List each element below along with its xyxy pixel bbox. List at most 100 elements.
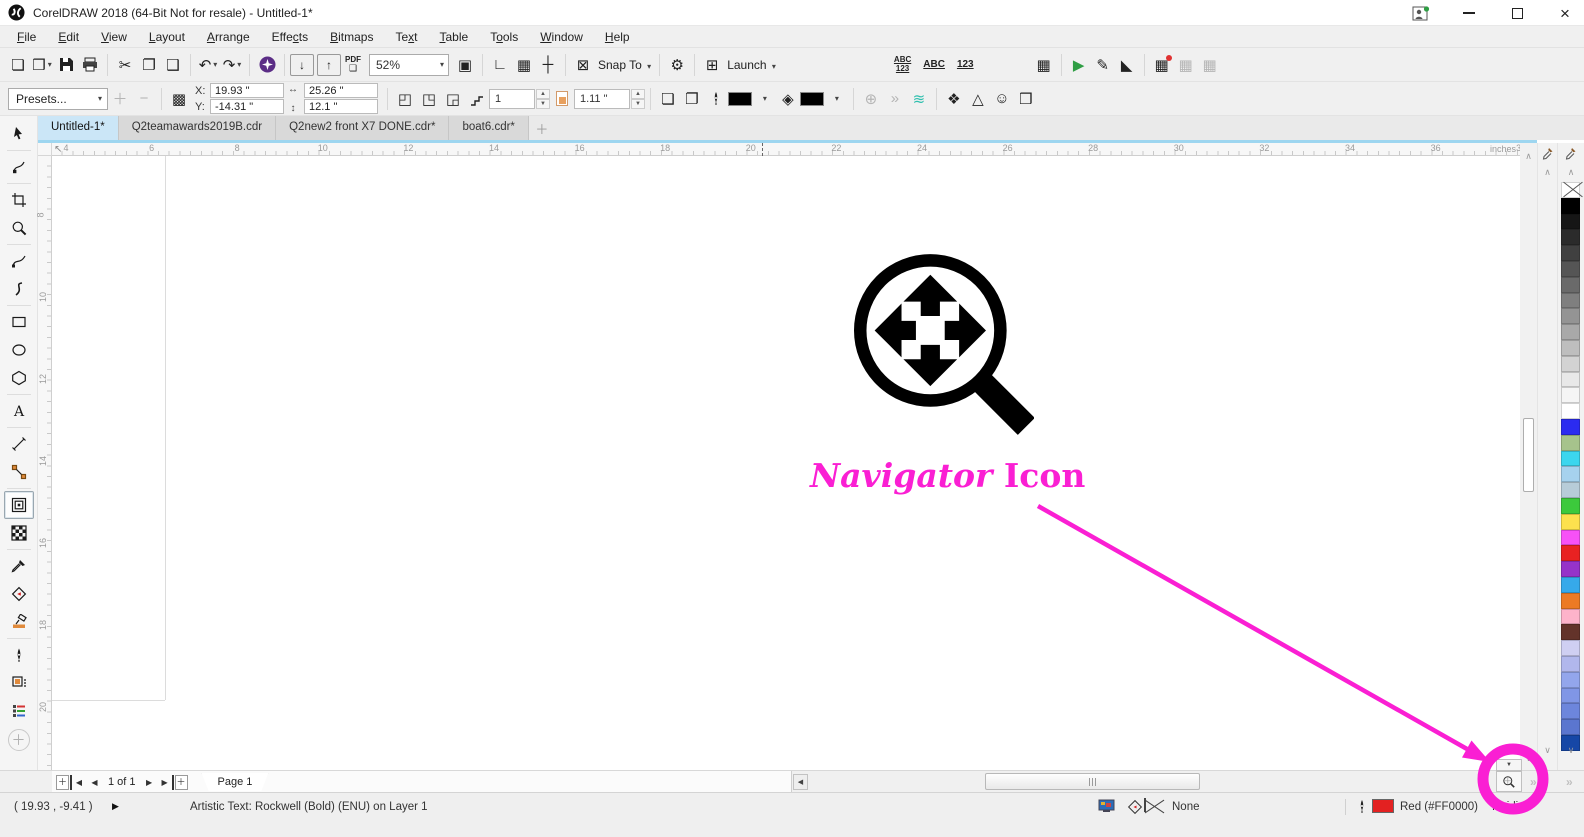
color-eyedropper-tool[interactable]: [4, 552, 34, 580]
color-swatch[interactable]: [1561, 324, 1580, 340]
contour-offset-spinner[interactable]: ▲▼: [631, 89, 645, 109]
import-button[interactable]: ↓: [290, 54, 314, 76]
ellipse-tool[interactable]: [4, 336, 34, 364]
color-swatch[interactable]: [1561, 293, 1580, 309]
scroll-up-icon[interactable]: ∧: [1525, 151, 1532, 162]
color-swatch[interactable]: [1561, 261, 1580, 277]
menu-item-bitmaps[interactable]: Bitmaps: [319, 28, 384, 46]
color-swatch[interactable]: [1561, 356, 1580, 372]
fill-color-swatch[interactable]: [800, 92, 824, 106]
contour-steps-spinner[interactable]: ▲▼: [536, 89, 550, 109]
more-options-chevron[interactable]: »: [883, 86, 907, 112]
outline-pen-tool[interactable]: [4, 641, 34, 669]
color-swatch[interactable]: [1561, 419, 1580, 435]
search-content-button[interactable]: [255, 52, 279, 78]
menu-item-table[interactable]: Table: [429, 28, 480, 46]
show-guidelines-button[interactable]: ┼: [536, 52, 560, 78]
polygon-tool[interactable]: [4, 364, 34, 392]
menu-item-help[interactable]: Help: [594, 28, 641, 46]
y-position-input[interactable]: -14.31 ": [210, 99, 284, 114]
smile-shape-button[interactable]: ☺: [990, 86, 1014, 112]
copy-button[interactable]: ❐: [137, 52, 161, 78]
show-rulers-button[interactable]: ∟: [488, 52, 512, 78]
color-proof-icon[interactable]: [1098, 799, 1115, 816]
no-color-swatch[interactable]: [1561, 182, 1580, 198]
color-swatch[interactable]: [1561, 530, 1580, 546]
calendar-wizard-button[interactable]: ▦: [1150, 52, 1174, 78]
color-swatch[interactable]: [1561, 245, 1580, 261]
color-swatch[interactable]: [1561, 514, 1580, 530]
menu-item-edit[interactable]: Edit: [47, 28, 90, 46]
paste-button[interactable]: ❑: [161, 52, 185, 78]
menu-item-effects[interactable]: Effects: [261, 28, 319, 46]
vertical-scrollbar[interactable]: ∧ ∨: [1520, 143, 1537, 770]
color-swatch[interactable]: [1561, 593, 1580, 609]
contour-offset-input[interactable]: 1.11 ": [574, 89, 630, 109]
color-swatch[interactable]: [1561, 688, 1580, 704]
vertical-ruler[interactable]: 8101214161820: [38, 156, 52, 770]
document-tab[interactable]: Q2teamawards2019B.cdr: [119, 116, 276, 140]
connector-tool[interactable]: [4, 458, 34, 486]
color-swatch[interactable]: [1561, 403, 1580, 419]
color-swatch[interactable]: [1561, 451, 1580, 467]
remove-preset-button[interactable]: −: [132, 86, 156, 112]
text-tool[interactable]: A: [4, 397, 34, 425]
palette-scroll-up-icon[interactable]: ∧: [1568, 167, 1575, 178]
width-input[interactable]: 25.26 ": [304, 83, 378, 98]
color-swatch[interactable]: [1561, 656, 1580, 672]
drawing-canvas[interactable]: Navigator Icon: [52, 156, 1520, 770]
outline-color-swatch[interactable]: [728, 92, 752, 106]
flyout-arrow-icon[interactable]: ▸: [1484, 777, 1488, 786]
fullscreen-preview-button[interactable]: ▣: [453, 52, 477, 78]
zoom-tool[interactable]: [4, 214, 34, 242]
scale-factor-button[interactable]: ◰: [393, 86, 417, 112]
palette-scroll-up-icon[interactable]: ∧: [1544, 167, 1551, 178]
previous-page-button[interactable]: ◀: [87, 775, 102, 790]
fill-tool[interactable]: [4, 608, 34, 636]
edit-script-button[interactable]: ✎: [1091, 52, 1115, 78]
object-origin-button[interactable]: ▩: [167, 86, 191, 112]
options-button[interactable]: ⚙: [665, 52, 689, 78]
run-macro-button[interactable]: ▶: [1067, 52, 1091, 78]
maximize-button[interactable]: [1504, 3, 1530, 23]
publish-pdf-button[interactable]: PDF❑: [341, 52, 365, 78]
menu-item-text[interactable]: Text: [384, 28, 428, 46]
eyedropper-icon[interactable]: [1542, 147, 1553, 163]
menu-item-tools[interactable]: Tools: [479, 28, 529, 46]
crop-tool[interactable]: [4, 186, 34, 214]
undo-button[interactable]: ↶▾: [196, 52, 220, 78]
snap-off-button[interactable]: ⊠: [571, 52, 595, 78]
document-tab[interactable]: boat6.cdr*: [449, 116, 528, 140]
transparency-tool[interactable]: [4, 519, 34, 547]
add-preset-button[interactable]: ＋: [108, 86, 132, 112]
outline-color-swatch[interactable]: [1372, 799, 1394, 813]
color-swatch[interactable]: [1561, 561, 1580, 577]
menu-item-view[interactable]: View: [90, 28, 138, 46]
freehand-tool[interactable]: [4, 247, 34, 275]
color-swatch[interactable]: [1561, 372, 1580, 388]
x-position-input[interactable]: 19.93 ": [210, 83, 284, 98]
corner-style-button[interactable]: ❏: [656, 86, 680, 112]
smart-drawing-tool[interactable]: [4, 275, 34, 303]
add-tools-button[interactable]: ＋: [8, 729, 30, 751]
measure-button[interactable]: ◣: [1115, 52, 1139, 78]
spell-check-button[interactable]: ABC: [923, 59, 945, 70]
color-swatch[interactable]: [1561, 703, 1580, 719]
print-button[interactable]: [78, 52, 102, 78]
spell-assist-button[interactable]: ABC123: [894, 56, 911, 74]
minimize-button[interactable]: [1456, 3, 1482, 23]
fill-swatch-none[interactable]: [1144, 798, 1146, 812]
color-swatch[interactable]: [1561, 198, 1580, 214]
color-swatch[interactable]: [1561, 214, 1580, 230]
color-swatch[interactable]: [1561, 435, 1580, 451]
horizontal-scrollbar-thumb[interactable]: [985, 773, 1200, 790]
cut-button[interactable]: ✂: [113, 52, 137, 78]
launch-dropdown[interactable]: Launch ▾: [727, 58, 776, 72]
menu-item-window[interactable]: Window: [529, 28, 594, 46]
corner-style-alt-button[interactable]: ❐: [680, 86, 704, 112]
export-button[interactable]: ↑: [317, 54, 341, 76]
document-tab[interactable]: Untitled-1*: [38, 116, 119, 140]
color-swatch[interactable]: [1561, 719, 1580, 735]
menu-item-layout[interactable]: Layout: [138, 28, 196, 46]
document-tab[interactable]: Q2new2 front X7 DONE.cdr*: [276, 116, 449, 140]
